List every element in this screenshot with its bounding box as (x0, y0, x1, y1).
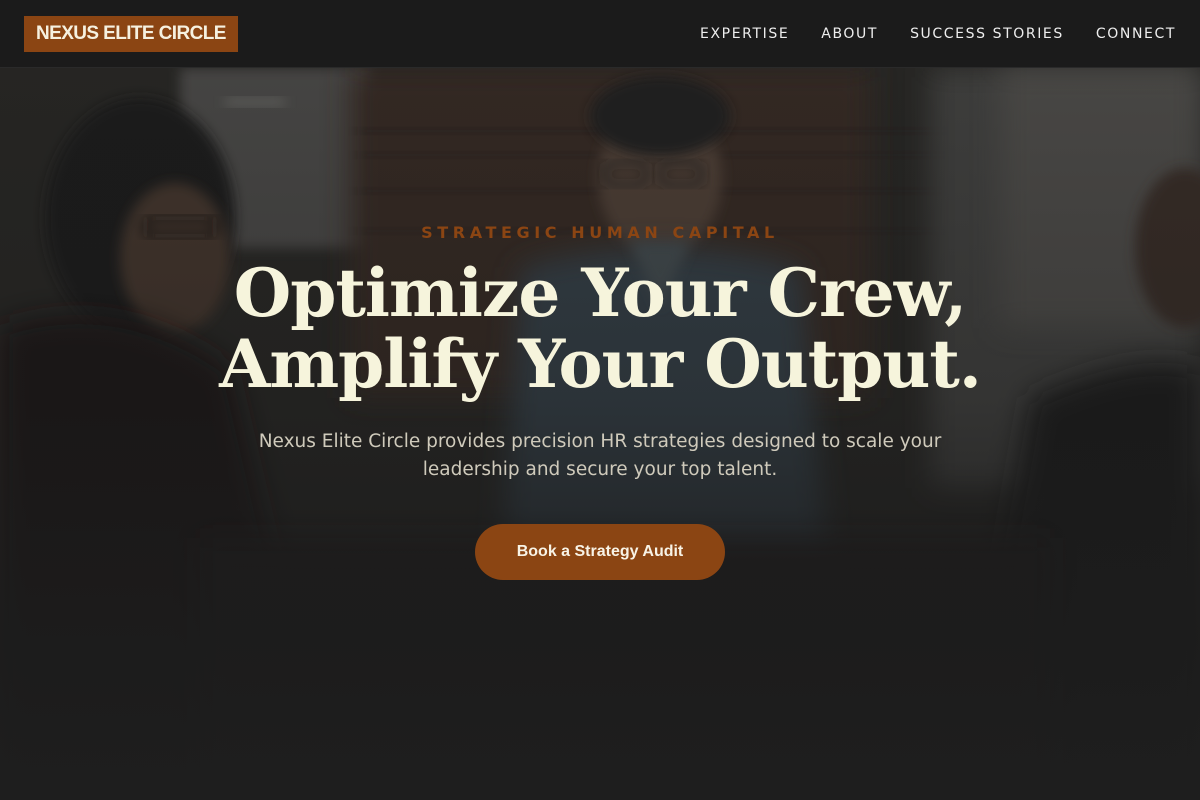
nav-link-success-stories[interactable]: SUCCESS STORIES (910, 26, 1064, 42)
hero-section: STRATEGIC HUMAN CAPITAL Optimize Your Cr… (0, 68, 1200, 800)
hero-headline-line-1: Optimize Your Crew, (233, 254, 967, 332)
hero-headline-line-2: Amplify Your Output. (219, 325, 982, 403)
nav-link-about[interactable]: ABOUT (821, 26, 878, 42)
hero-subtitle: Nexus Elite Circle provides precision HR… (258, 431, 942, 480)
nav-link-connect[interactable]: CONNECT (1096, 26, 1176, 42)
book-strategy-audit-button[interactable]: Book a Strategy Audit (475, 524, 725, 580)
brand-logo[interactable]: NEXUS ELITE CIRCLE (24, 16, 238, 52)
landing-page: NEXUS ELITE CIRCLE EXPERTISE ABOUT SUCCE… (0, 0, 1200, 800)
hero-eyebrow: STRATEGIC HUMAN CAPITAL (421, 223, 779, 242)
top-navbar: NEXUS ELITE CIRCLE EXPERTISE ABOUT SUCCE… (0, 0, 1200, 68)
hero-headline: Optimize Your Crew, Amplify Your Output. (0, 258, 1200, 400)
nav-link-expertise[interactable]: EXPERTISE (700, 26, 789, 42)
main-nav: EXPERTISE ABOUT SUCCESS STORIES CONNECT (700, 0, 1176, 68)
